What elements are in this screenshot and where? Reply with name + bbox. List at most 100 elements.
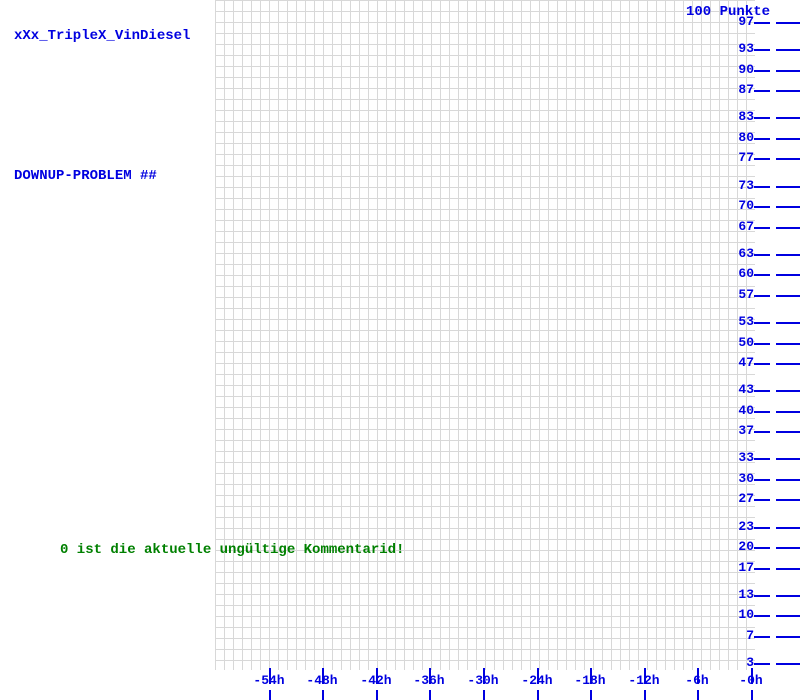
y-tick [776, 295, 800, 297]
y-tick [754, 499, 770, 501]
y-tick [776, 636, 800, 638]
y-tick [776, 138, 800, 140]
x-tick [483, 668, 485, 684]
y-tick-label: 53 [730, 314, 754, 329]
y-tick [776, 22, 800, 24]
y-tick-label: 33 [730, 450, 754, 465]
y-tick [754, 227, 770, 229]
y-tick [754, 186, 770, 188]
y-tick-label: 20 [730, 539, 754, 554]
y-tick [754, 295, 770, 297]
y-tick-label: 40 [730, 403, 754, 418]
y-tick [754, 117, 770, 119]
x-tick [376, 668, 378, 684]
y-tick-label: 87 [730, 82, 754, 97]
y-tick [776, 499, 800, 501]
y-tick-label: 73 [730, 178, 754, 193]
y-tick [754, 206, 770, 208]
x-tick [483, 690, 485, 700]
y-tick [776, 458, 800, 460]
y-tick [776, 186, 800, 188]
y-tick-label: 80 [730, 130, 754, 145]
y-tick [754, 49, 770, 51]
y-tick-label: 43 [730, 382, 754, 397]
x-tick [751, 690, 753, 700]
y-tick [754, 458, 770, 460]
y-tick-label: 27 [730, 491, 754, 506]
points-header: 100 Punkte [686, 4, 770, 20]
y-tick-label: 70 [730, 198, 754, 213]
y-tick [776, 411, 800, 413]
y-tick [776, 390, 800, 392]
y-tick-label: 47 [730, 355, 754, 370]
y-tick [754, 343, 770, 345]
y-tick [776, 90, 800, 92]
y-tick [776, 568, 800, 570]
x-tick [590, 690, 592, 700]
x-tick [697, 690, 699, 700]
x-tick [322, 668, 324, 684]
y-tick [776, 343, 800, 345]
error-message: 0 ist die aktuelle ungültige Kommentarid… [60, 542, 404, 558]
y-tick-label: 77 [730, 150, 754, 165]
x-tick [269, 690, 271, 700]
y-tick [754, 254, 770, 256]
x-tick [376, 690, 378, 700]
y-tick-label: 97 [730, 14, 754, 29]
y-tick [776, 363, 800, 365]
y-tick [776, 206, 800, 208]
y-tick [776, 274, 800, 276]
y-tick-label: 63 [730, 246, 754, 261]
y-tick [754, 274, 770, 276]
y-tick [754, 22, 770, 24]
x-tick [644, 690, 646, 700]
y-tick [754, 663, 770, 665]
y-tick [776, 527, 800, 529]
x-tick [429, 690, 431, 700]
y-tick [754, 90, 770, 92]
x-tick [537, 668, 539, 684]
y-tick-label: 23 [730, 519, 754, 534]
y-tick [776, 431, 800, 433]
y-tick [776, 322, 800, 324]
y-tick [754, 547, 770, 549]
y-tick [776, 227, 800, 229]
y-tick-label: 83 [730, 109, 754, 124]
x-tick [269, 668, 271, 684]
y-tick [754, 322, 770, 324]
y-tick-label: 13 [730, 587, 754, 602]
user-label: xXx_TripleX_VinDiesel [14, 28, 190, 44]
y-tick-label: 10 [730, 607, 754, 622]
y-tick [776, 547, 800, 549]
y-tick-label: 90 [730, 62, 754, 77]
y-tick [754, 390, 770, 392]
problem-label: DOWNUP-PROBLEM ## [14, 168, 157, 184]
y-tick-label: 37 [730, 423, 754, 438]
y-tick [754, 479, 770, 481]
y-tick-label: 50 [730, 335, 754, 350]
y-tick [776, 117, 800, 119]
y-tick [776, 70, 800, 72]
y-tick [776, 254, 800, 256]
x-tick [429, 668, 431, 684]
chart-grid [215, 0, 755, 670]
y-tick [754, 363, 770, 365]
y-tick-label: 67 [730, 219, 754, 234]
y-tick [754, 138, 770, 140]
x-tick [751, 668, 753, 684]
y-tick-label: 93 [730, 41, 754, 56]
y-tick [776, 615, 800, 617]
y-tick [754, 431, 770, 433]
y-tick-label: 60 [730, 266, 754, 281]
y-tick [754, 158, 770, 160]
y-tick [776, 479, 800, 481]
y-tick [754, 595, 770, 597]
y-tick [754, 636, 770, 638]
y-tick [754, 568, 770, 570]
y-tick-label: 7 [730, 628, 754, 643]
x-tick [322, 690, 324, 700]
x-tick [697, 668, 699, 684]
y-tick [754, 527, 770, 529]
y-tick [776, 158, 800, 160]
x-tick [590, 668, 592, 684]
